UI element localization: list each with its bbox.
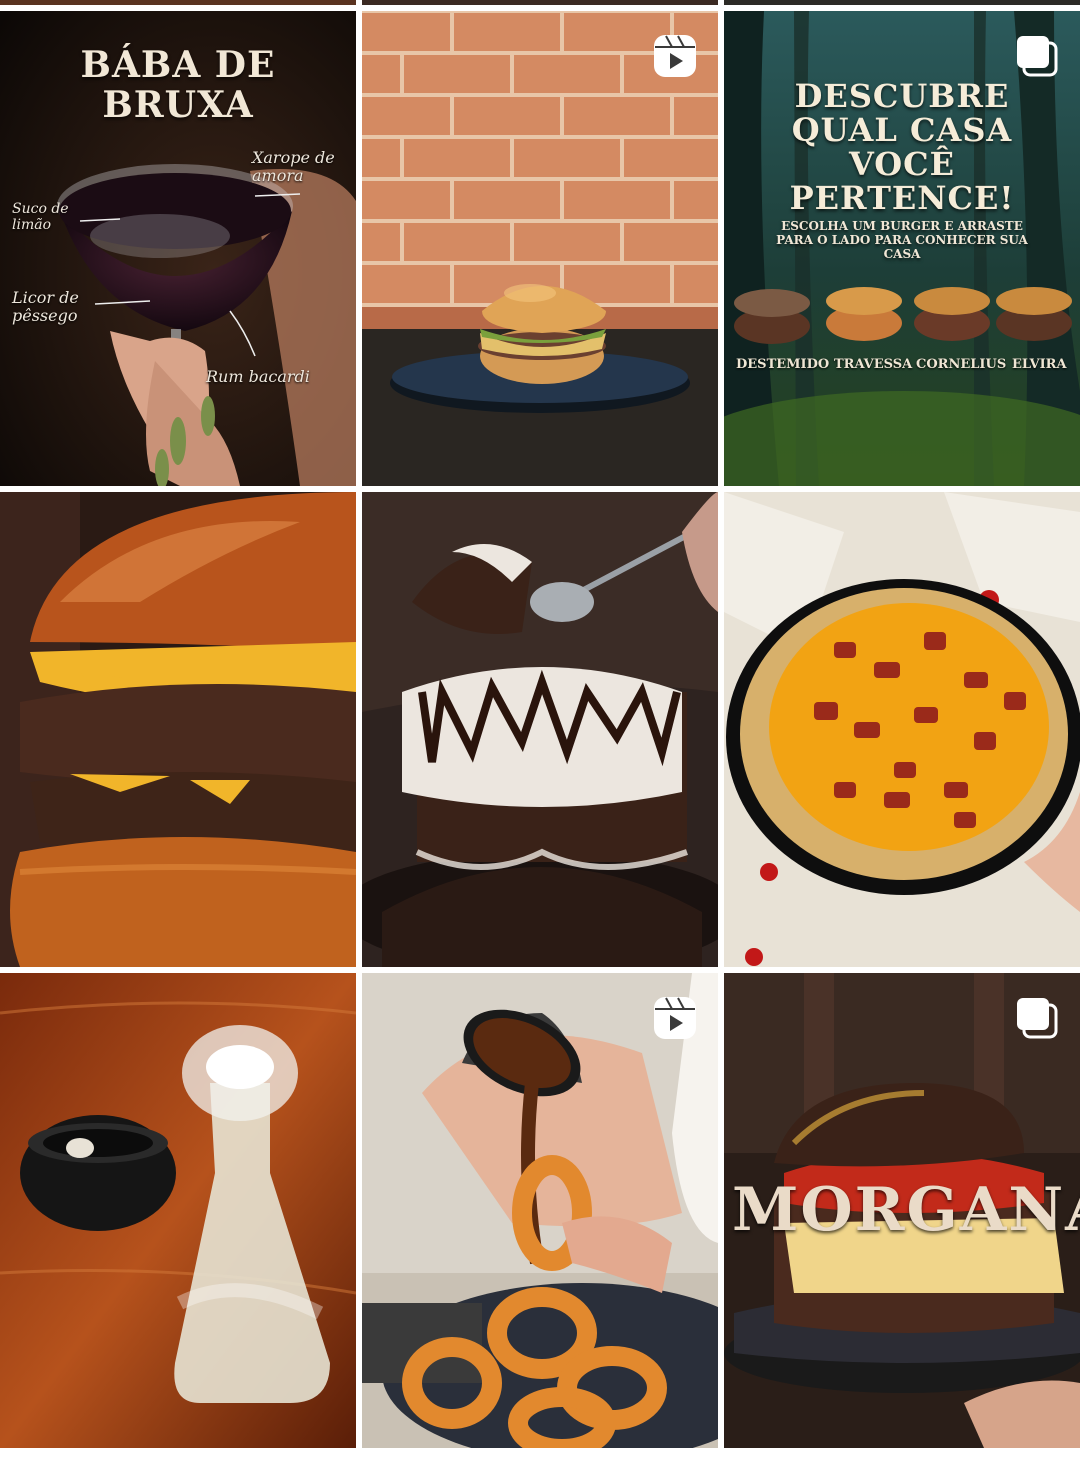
reel-icon [654,35,696,77]
onion-rings-photo [362,973,718,1448]
post-title: MORGANA [732,1175,1080,1245]
cheeseburger-photo [0,492,356,967]
title-line: PERTENCE! [789,179,1015,217]
post-title: BÁBA DE BRUXA [60,45,296,125]
burger-name-label: ELVIRA [1012,357,1067,372]
post-tile-brownie[interactable] [362,492,718,967]
carousel-icon [1017,998,1058,1039]
burger-photo [362,11,718,486]
post-title: DESCUBRE QUAL CASA VOCÊ PERTENCE! [744,79,1060,215]
burger-name-label: TRAVESSA [834,357,913,372]
ingredient-note: Suco de limão [12,201,69,233]
previous-tile-edge [0,0,356,5]
previous-tile-edge [362,0,718,5]
ingredient-note: Rum bacardi [206,367,310,386]
post-tile-onion-rings[interactable] [362,973,718,1448]
post-tile-smoking-flask[interactable] [0,973,356,1448]
post-tile-cheese-fries[interactable] [724,492,1080,967]
flask-photo [0,973,356,1448]
previous-row-edge [0,0,1080,6]
post-tile-burger-brick-wall[interactable] [362,11,718,486]
post-subtitle: ESCOLHA UM BURGER E ARRASTE PARA O LADO … [776,219,1028,261]
title-line: BÁBA DE [80,44,276,86]
reel-icon [654,997,696,1039]
carousel-icon [1017,36,1058,77]
title-line: QUAL CASA VOCÊ [791,111,1013,183]
post-tile-morgana[interactable]: MORGANA [724,973,1080,1448]
post-tile-baba-de-bruxa[interactable]: BÁBA DE BRUXA Xarope de amora Suco de li… [0,11,356,486]
title-line: DESCUBRE [794,77,1010,115]
previous-tile-edge [724,0,1080,5]
ingredient-note: Licor de pêssego [12,288,79,325]
post-tile-cheeseburger[interactable] [0,492,356,967]
brownie-photo [362,492,718,967]
burger-name-label: DESTEMIDO [736,357,830,372]
burger-name-label: CORNELIUS [916,357,1007,372]
cheese-fries-photo [724,492,1080,967]
post-tile-descubre-casa[interactable]: DESCUBRE QUAL CASA VOCÊ PERTENCE! ESCOLH… [724,11,1080,486]
ingredient-note: Xarope de amora [252,148,335,185]
title-line: BRUXA [102,84,254,126]
